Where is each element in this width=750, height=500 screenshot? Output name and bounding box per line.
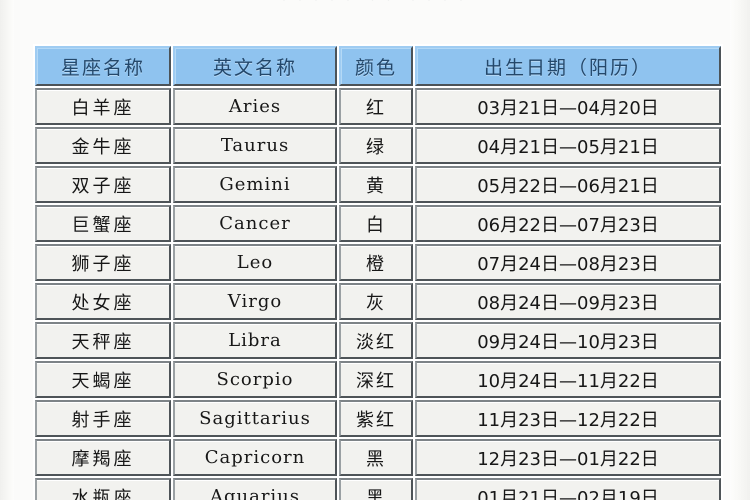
paper-edge-right [730, 0, 750, 500]
color-cell: 灰 [339, 283, 413, 320]
english-name-cell: Virgo [173, 283, 337, 320]
zodiac-name-cell: 狮子座 [35, 244, 171, 281]
table-header: 星座名称 英文名称 颜色 出生日期（阳历） [35, 46, 721, 86]
zodiac-name-cell: 双子座 [35, 166, 171, 203]
english-name-cell: Capricorn [173, 439, 337, 476]
header-english-name-label: 英文名称 [212, 56, 297, 79]
zodiac-name-cell: 水瓶座 [35, 478, 171, 500]
zodiac-name-cell: 天秤座 [35, 322, 171, 359]
header-color: 颜色 [339, 46, 413, 86]
color-cell: 紫红 [339, 400, 413, 437]
clipped-top-text-label: ・・・・・ ・・ ・・・・ [279, 0, 472, 6]
zodiac-name-cell: 巨蟹座 [35, 205, 171, 242]
header-color-label: 颜色 [354, 56, 397, 79]
birth-date-cell: 06月22日—07月23日 [415, 205, 721, 242]
header-english-name: 英文名称 [173, 46, 337, 86]
table-row: 摩羯座 Capricorn 黑 12月23日—01月22日 [35, 439, 721, 476]
page-root: ・・・・・ ・・ ・・・・ 星座名称 英文名称 颜色 出生日期（阳历） 白羊座Arie… [0, 0, 750, 500]
table-row: 水瓶座 Aquarius 黑 01月21日—02月19日 [35, 478, 721, 500]
english-name-cell: Aquarius [173, 478, 337, 500]
table-row: 金牛座 Taurus 绿 04月21日—05月21日 [35, 127, 721, 164]
zodiac-name-cell: 处女座 [35, 283, 171, 320]
english-name-cell: Leo [173, 244, 337, 281]
zodiac-table: 星座名称 英文名称 颜色 出生日期（阳历） 白羊座 Aries 红 03月21日—04月20… [33, 44, 723, 500]
zodiac-name-cell: 摩羯座 [35, 439, 171, 476]
birth-date-cell: 08月24日—09月23日 [415, 283, 721, 320]
table-header-row: 星座名称 英文名称 颜色 出生日期（阳历） [35, 46, 721, 86]
table-row: 狮子座 Leo 橙 07月24日—08月23日 [35, 244, 721, 281]
birth-date-cell: 05月22日—06月21日 [415, 166, 721, 203]
paper-edge-left [0, 0, 14, 500]
header-zodiac-name-label: 星座名称 [60, 56, 145, 79]
table-row: 巨蟹座 Cancer 白 06月22日—07月23日 [35, 205, 721, 242]
birth-date-cell: 04月21日—05月21日 [415, 127, 721, 164]
english-name-cell: Taurus [173, 127, 337, 164]
color-cell: 淡红 [339, 322, 413, 359]
english-name-cell: Libra [173, 322, 337, 359]
clipped-top-text: ・・・・・ ・・ ・・・・ [0, 0, 750, 12]
table-row: 天秤座 Libra 淡红 09月24日—10月23日 [35, 322, 721, 359]
color-cell: 白 [339, 205, 413, 242]
english-name-cell: Gemini [173, 166, 337, 203]
birth-date-cell: 10月24日—11月22日 [415, 361, 721, 398]
color-cell: 橙 [339, 244, 413, 281]
english-name-cell: Scorpio [173, 361, 337, 398]
english-name-cell: Sagittarius [173, 400, 337, 437]
zodiac-name-cell: 射手座 [35, 400, 171, 437]
table-row: 双子座 Gemini 黄 05月22日—06月21日 [35, 166, 721, 203]
english-name-cell: Cancer [173, 205, 337, 242]
table-row: 天蝎座 Scorpio 深红 10月24日—11月22日 [35, 361, 721, 398]
birth-date-cell: 03月21日—04月20日 [415, 88, 721, 125]
birth-date-cell: 12月23日—01月22日 [415, 439, 721, 476]
birth-date-cell: 09月24日—10月23日 [415, 322, 721, 359]
english-name-cell: Aries [173, 88, 337, 125]
birth-date-cell: 11月23日—12月22日 [415, 400, 721, 437]
zodiac-name-cell: 白羊座 [35, 88, 171, 125]
color-cell: 深红 [339, 361, 413, 398]
table-body: 白羊座 Aries 红 03月21日—04月20日 金牛座 Taurus 绿 04月21日—0… [35, 88, 721, 500]
color-cell: 黄 [339, 166, 413, 203]
table-row: 白羊座 Aries 红 03月21日—04月20日 [35, 88, 721, 125]
color-cell: 红 [339, 88, 413, 125]
zodiac-name-cell: 金牛座 [35, 127, 171, 164]
header-birth-date: 出生日期（阳历） [415, 46, 721, 86]
table-row: 射手座 Sagittarius 紫红 11月23日—12月22日 [35, 400, 721, 437]
header-birth-date-label: 出生日期（阳历） [483, 56, 652, 79]
birth-date-cell: 01月21日—02月19日 [415, 478, 721, 500]
color-cell: 黑 [339, 478, 413, 500]
birth-date-cell: 07月24日—08月23日 [415, 244, 721, 281]
zodiac-name-cell: 天蝎座 [35, 361, 171, 398]
color-cell: 绿 [339, 127, 413, 164]
table-row: 处女座 Virgo 灰 08月24日—09月23日 [35, 283, 721, 320]
header-zodiac-name: 星座名称 [35, 46, 171, 86]
color-cell: 黑 [339, 439, 413, 476]
